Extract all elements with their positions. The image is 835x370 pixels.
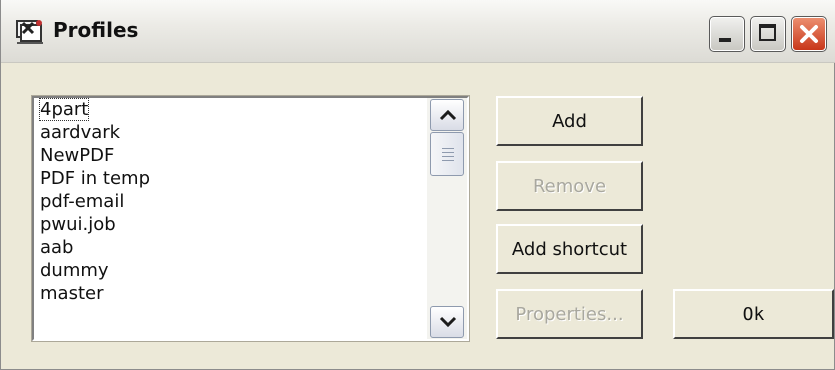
remove-button-label: Remove (532, 175, 607, 197)
window-title: Profiles (53, 18, 139, 42)
minimize-button[interactable] (709, 16, 745, 52)
profiles-listbox[interactable]: 4part aardvark NewPDF PDF in temp pdf-em… (31, 95, 470, 342)
list-item[interactable]: NewPDF (34, 144, 424, 167)
list-item[interactable]: dummy (34, 259, 424, 282)
close-button[interactable] (791, 16, 827, 52)
properties-button[interactable]: Properties... (496, 289, 643, 339)
scroll-thumb[interactable] (430, 132, 464, 176)
list-item[interactable]: pwui.job (34, 213, 424, 236)
list-item[interactable]: aardvark (34, 121, 424, 144)
add-shortcut-button-label: Add shortcut (511, 238, 628, 260)
title-bar[interactable]: Profiles (1, 0, 835, 63)
minimize-icon (719, 38, 731, 42)
profiles-dialog: Profiles 4part aardvark NewPDF PDF in te… (0, 0, 835, 370)
scroll-up-button[interactable] (430, 99, 464, 131)
list-item[interactable]: master (34, 282, 424, 305)
grip-line (442, 148, 454, 149)
properties-button-label: Properties... (515, 303, 624, 325)
add-button[interactable]: Add (496, 96, 643, 146)
list-item[interactable]: 4part (34, 98, 424, 121)
vertical-scrollbar[interactable] (427, 98, 467, 339)
add-button-label: Add (552, 110, 587, 132)
list-item[interactable]: PDF in temp (34, 167, 424, 190)
grip-line (442, 152, 454, 153)
list-item[interactable]: aab (34, 236, 424, 259)
chevron-down-icon (439, 316, 457, 328)
list-item[interactable]: pdf-email (34, 190, 424, 213)
maximize-icon (759, 24, 776, 41)
maximize-button[interactable] (750, 16, 786, 52)
ok-button-label: Ok (742, 303, 765, 325)
app-icon (15, 17, 47, 47)
add-shortcut-button[interactable]: Add shortcut (496, 224, 643, 274)
scroll-down-button[interactable] (430, 306, 464, 338)
close-icon (800, 25, 818, 43)
ok-button[interactable]: Ok (673, 289, 834, 339)
grip-line (442, 156, 454, 157)
grip-line (442, 160, 454, 161)
profiles-list: 4part aardvark NewPDF PDF in temp pdf-em… (34, 98, 424, 339)
remove-button[interactable]: Remove (496, 161, 643, 211)
chevron-up-icon (439, 109, 457, 121)
